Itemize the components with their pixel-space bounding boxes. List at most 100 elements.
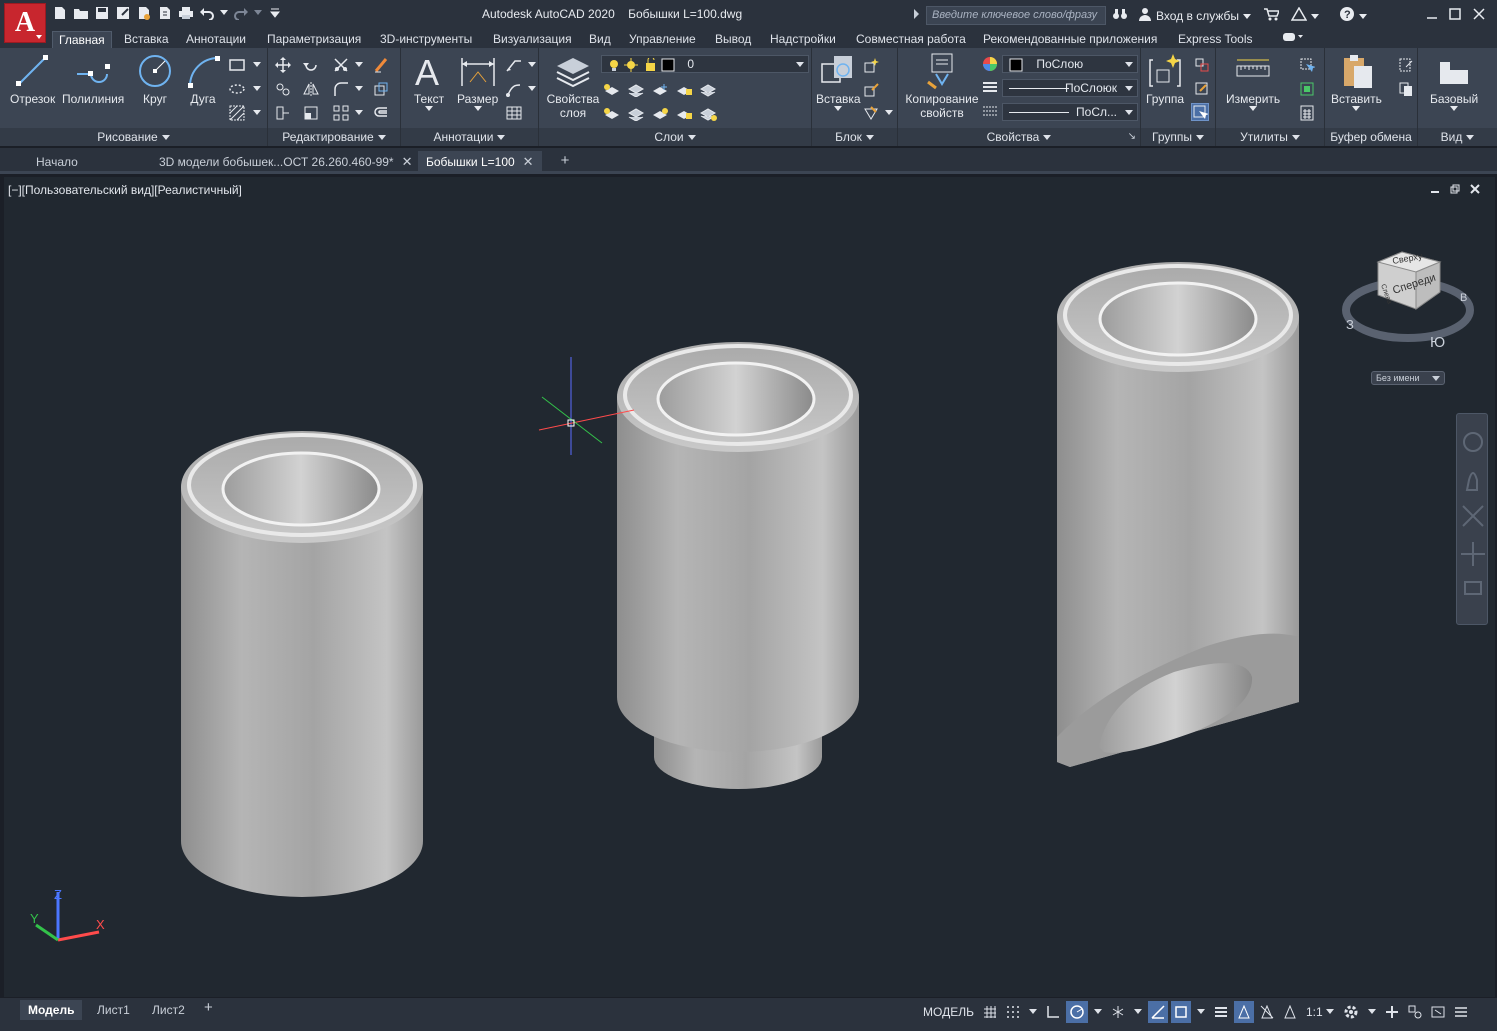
ribbon-minimize-toggle[interactable]	[1275, 31, 1309, 48]
file-tab-start[interactable]: Начало	[28, 151, 148, 173]
quick-select-icon[interactable]	[1298, 56, 1316, 74]
orbit-icon[interactable]	[1461, 542, 1485, 566]
gradient-icon[interactable]	[228, 104, 246, 122]
showmotion-icon[interactable]	[1464, 581, 1482, 595]
close-icon[interactable]: ✕	[402, 154, 413, 169]
new-tab-button[interactable]: +	[556, 151, 574, 171]
layer-freeze-icon[interactable]	[651, 81, 669, 99]
chevron-down-icon[interactable]	[1131, 1001, 1145, 1023]
pan-icon[interactable]	[1465, 472, 1478, 491]
layer-thaw-icon[interactable]	[651, 105, 669, 123]
binoculars-icon[interactable]	[1112, 7, 1128, 24]
layer-lock-icon[interactable]	[675, 81, 693, 99]
trim-icon[interactable]	[332, 56, 350, 74]
layer-walk-icon[interactable]	[699, 105, 717, 123]
chevron-down-icon[interactable]	[248, 104, 266, 122]
layers-panel-title[interactable]: Слои	[539, 128, 811, 146]
rectangle-icon[interactable]	[228, 56, 246, 74]
open-folder-icon[interactable]	[73, 5, 89, 21]
object-snap-icon[interactable]	[1170, 1001, 1191, 1023]
hatch-icon[interactable]	[228, 80, 246, 98]
annotation-panel-title[interactable]: Аннотации	[401, 128, 538, 146]
file-tab-bosses[interactable]: Бобышки L=100 ✕	[418, 151, 542, 173]
color-dropdown[interactable]: ПоСлою	[1002, 55, 1138, 73]
leader-icon[interactable]	[505, 80, 523, 98]
linetype-icon[interactable]	[981, 103, 999, 121]
view-panel-title[interactable]: Вид	[1418, 128, 1497, 146]
autodesk-a360-icon[interactable]	[1290, 6, 1308, 24]
open-web-icon[interactable]	[136, 5, 152, 21]
edit-attributes-icon[interactable]	[862, 104, 880, 122]
scale-icon[interactable]	[302, 104, 320, 122]
tab-featured-apps[interactable]: Рекомендованные приложения	[977, 31, 1163, 48]
tab-model[interactable]: Модель	[20, 1000, 83, 1020]
dimension-tool[interactable]: Размер	[457, 52, 498, 112]
modify-panel-title[interactable]: Редактирование	[268, 128, 400, 146]
tab-parametric[interactable]: Параметризация	[261, 31, 367, 48]
offset-icon[interactable]	[372, 104, 390, 122]
linetype-dropdown[interactable]: ПоСлоюк	[1002, 79, 1138, 97]
match-properties-tool[interactable]: Копирование свойств	[902, 52, 982, 120]
layer-isolate-icon[interactable]	[627, 81, 645, 99]
arc-tool[interactable]: Дуга	[184, 52, 222, 106]
clipboard-panel-title[interactable]: Буфер обмена	[1325, 128, 1417, 146]
rotate-icon[interactable]	[302, 56, 320, 74]
make-current-icon[interactable]	[603, 105, 621, 123]
ungroup-icon[interactable]	[1193, 56, 1211, 74]
save-icon[interactable]	[94, 5, 110, 21]
customize-qat-icon[interactable]	[267, 5, 283, 21]
undo-dropdown-icon[interactable]	[220, 5, 228, 21]
block-panel-title[interactable]: Блок	[812, 128, 897, 146]
tab-home[interactable]: Главная	[52, 31, 112, 48]
chevron-down-icon[interactable]	[1365, 1001, 1379, 1023]
tab-output[interactable]: Вывод	[709, 31, 757, 48]
move-icon[interactable]	[274, 56, 292, 74]
properties-panel-title[interactable]: Свойства ↘	[898, 128, 1140, 146]
close-button[interactable]	[1467, 4, 1491, 24]
undo-icon[interactable]	[199, 5, 215, 21]
chevron-down-icon[interactable]	[350, 80, 368, 98]
search-input[interactable]: Введите ключевое слово/фразу	[926, 6, 1106, 25]
sign-in-link[interactable]: Вход в службы	[1156, 9, 1239, 23]
lineweight-dropdown[interactable]: ПоСл...	[1002, 103, 1138, 121]
explode-icon[interactable]	[372, 80, 390, 98]
model-space-button[interactable]: МОДЕЛЬ	[920, 1001, 977, 1023]
tab-insert[interactable]: Вставка	[118, 31, 175, 48]
table-icon[interactable]	[505, 104, 523, 122]
polar-tracking-icon[interactable]	[1065, 1001, 1088, 1023]
chevron-down-icon[interactable]	[1311, 9, 1319, 23]
group-edit-icon[interactable]	[1193, 80, 1211, 98]
group-tool[interactable]: Группа	[1145, 52, 1185, 106]
auto-scale-icon[interactable]	[1257, 1001, 1277, 1023]
paste-tool[interactable]: Вставить	[1331, 52, 1382, 112]
chevron-down-icon[interactable]	[350, 104, 368, 122]
tab-layout1[interactable]: Лист1	[89, 1000, 138, 1020]
tab-manage[interactable]: Управление	[623, 31, 702, 48]
array-icon[interactable]	[332, 104, 350, 122]
chevron-down-icon[interactable]	[1243, 9, 1251, 23]
close-icon[interactable]: ✕	[523, 154, 534, 169]
minimize-button[interactable]	[1420, 4, 1444, 24]
maximize-button[interactable]	[1443, 4, 1467, 24]
color-wheel-icon[interactable]	[981, 55, 999, 73]
layer-properties-tool[interactable]: Свойства слоя	[545, 52, 601, 120]
new-file-icon[interactable]	[52, 5, 68, 21]
lineweight-icon[interactable]	[981, 79, 999, 97]
tab-visualize[interactable]: Визуализация	[487, 31, 578, 48]
select-all-icon[interactable]	[1298, 80, 1316, 98]
cut-icon[interactable]	[1397, 56, 1415, 74]
tab-addins[interactable]: Надстройки	[764, 31, 842, 48]
viewcube[interactable]: Сверху Спереди Слева З В Ю	[1340, 247, 1480, 357]
create-block-icon[interactable]	[862, 56, 880, 74]
measure-tool[interactable]: Измерить	[1226, 52, 1280, 112]
zoom-extents-icon[interactable]	[1462, 505, 1484, 527]
redo-icon[interactable]	[233, 5, 249, 21]
panel-launcher-icon[interactable]: ↘	[1128, 128, 1136, 146]
tab-collaborate[interactable]: Совместная работа	[850, 31, 972, 48]
isodraft-icon[interactable]	[1108, 1001, 1128, 1023]
tab-express-tools[interactable]: Express Tools	[1172, 31, 1258, 48]
compass-south-label[interactable]: Ю	[1430, 334, 1445, 351]
print-icon[interactable]	[178, 5, 194, 21]
stretch-icon[interactable]	[274, 104, 292, 122]
chevron-down-icon[interactable]	[1194, 1001, 1208, 1023]
